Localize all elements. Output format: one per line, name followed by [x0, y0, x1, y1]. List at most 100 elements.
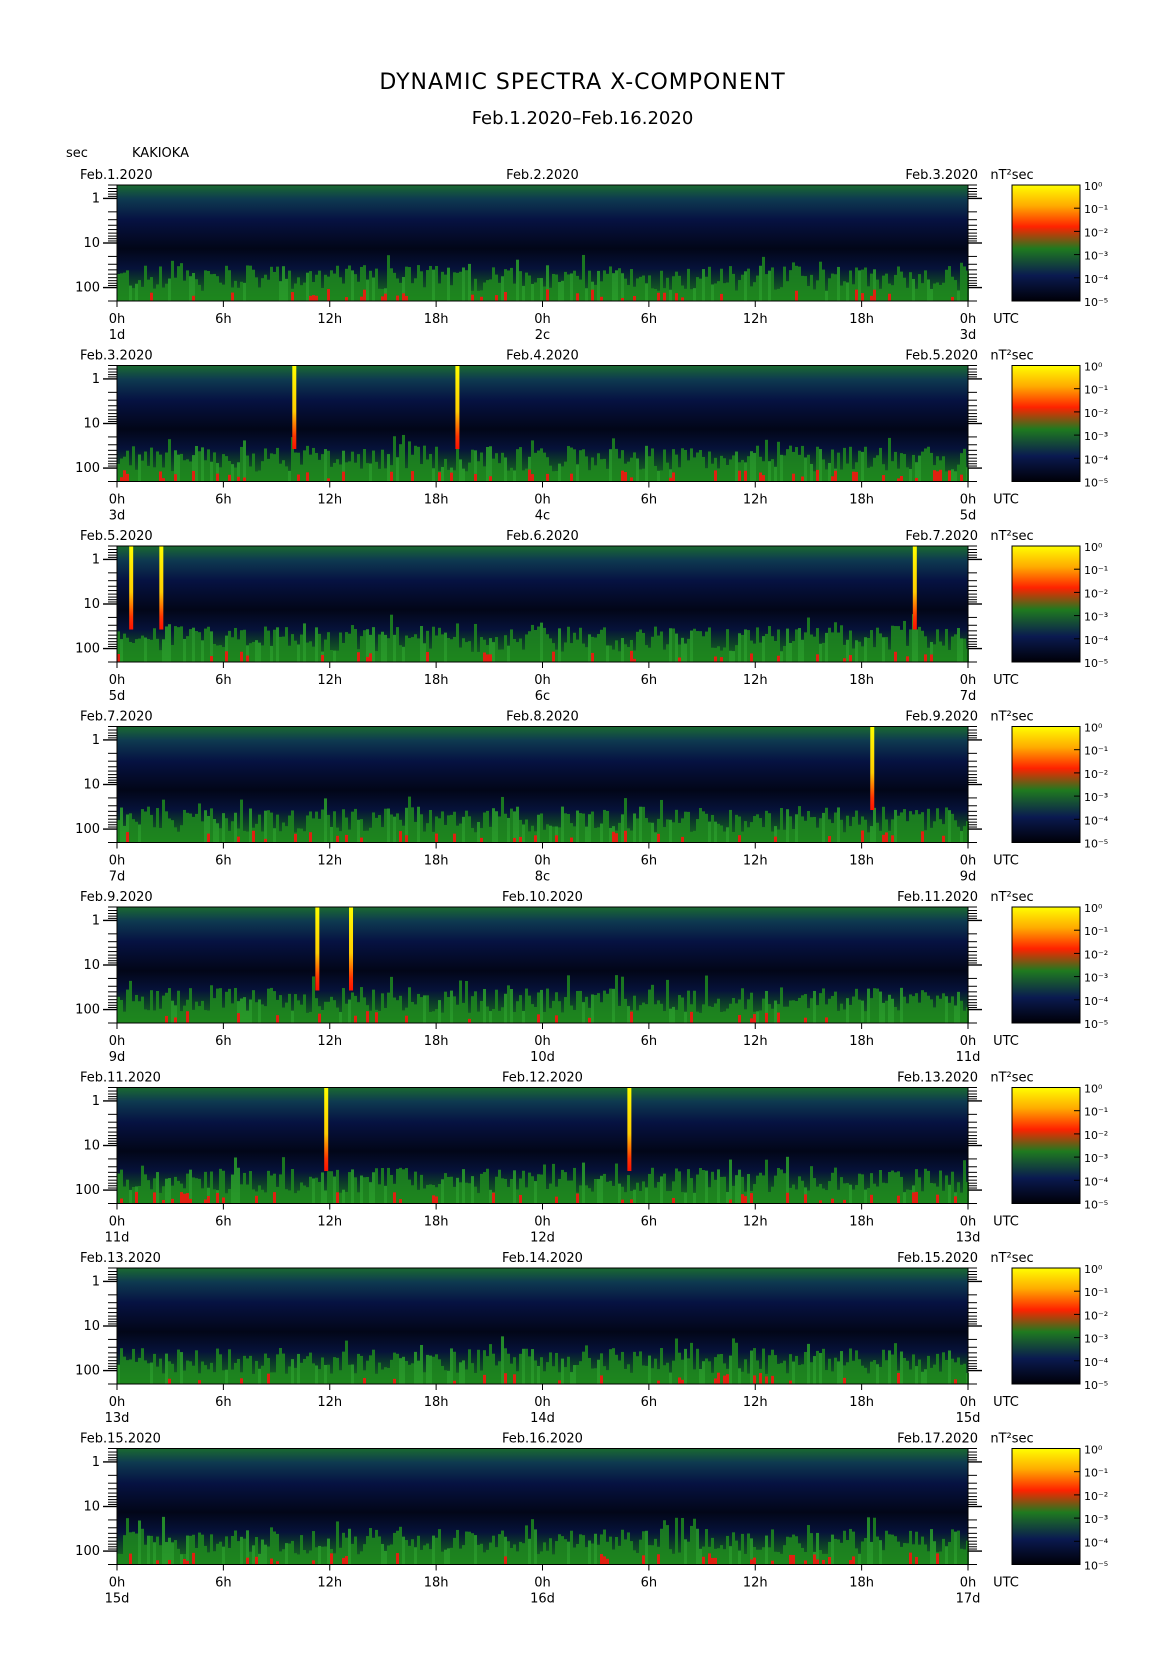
- x-tick-label: 12h: [317, 1576, 342, 1591]
- activity-bar: [339, 1547, 342, 1565]
- activity-bar: [246, 655, 249, 662]
- activity-bar: [537, 626, 540, 662]
- activity-bar: [798, 997, 801, 1023]
- activity-bar: [708, 1361, 711, 1384]
- activity-bar: [768, 813, 771, 843]
- activity-bar: [342, 471, 345, 482]
- activity-bar: [453, 1186, 456, 1204]
- activity-bar: [699, 631, 702, 662]
- activity-bar: [324, 1546, 327, 1565]
- activity-bar: [450, 472, 453, 482]
- date-mid-label: Feb.8.2020: [506, 710, 579, 725]
- activity-bar: [132, 1186, 135, 1204]
- activity-bar: [717, 468, 720, 482]
- activity-bar: [246, 455, 249, 482]
- activity-bar: [753, 1184, 756, 1204]
- activity-bar: [393, 997, 396, 1023]
- activity-bar: [189, 1169, 192, 1204]
- x-tick-label: 0h: [960, 312, 977, 327]
- activity-bar: [945, 471, 948, 482]
- activity-bar: [771, 1529, 774, 1565]
- activity-bar: [954, 1531, 957, 1565]
- activity-bar: [645, 645, 648, 662]
- activity-bar: [771, 1008, 774, 1023]
- activity-bar: [762, 256, 765, 301]
- activity-bar: [303, 994, 306, 1023]
- activity-bar: [855, 1548, 858, 1565]
- activity-bar: [486, 446, 489, 482]
- activity-bar: [459, 647, 462, 662]
- activity-bar: [567, 626, 570, 662]
- activity-bar: [207, 1369, 210, 1384]
- activity-bar: [225, 818, 228, 843]
- activity-bar: [927, 808, 930, 843]
- activity-bar: [357, 281, 360, 301]
- activity-bar: [222, 813, 225, 843]
- activity-bar: [429, 1355, 432, 1384]
- activity-bar: [597, 1544, 600, 1565]
- activity-bar: [828, 1557, 831, 1565]
- activity-bar: [123, 633, 126, 662]
- activity-bar: [432, 1011, 435, 1023]
- activity-bar: [216, 823, 219, 843]
- activity-bar: [435, 446, 438, 482]
- activity-bar: [123, 1011, 126, 1023]
- x-tick-label: 0h: [534, 1034, 551, 1049]
- activity-bar: [891, 835, 894, 843]
- activity-bar: [243, 830, 246, 843]
- activity-bar: [612, 273, 615, 301]
- activity-bar: [315, 1547, 318, 1565]
- activity-bar: [195, 1547, 198, 1565]
- activity-bar: [438, 627, 441, 662]
- activity-bar: [180, 1011, 183, 1023]
- activity-bar: [834, 812, 837, 843]
- activity-bar: [960, 831, 963, 843]
- activity-bar: [168, 278, 171, 301]
- activity-bar: [930, 827, 933, 843]
- activity-bar: [834, 1538, 837, 1565]
- activity-bar: [387, 1545, 390, 1565]
- activity-bar: [654, 1187, 657, 1204]
- activity-bar: [327, 814, 330, 843]
- activity-bar: [438, 1184, 441, 1204]
- activity-bar: [495, 811, 498, 843]
- activity-bar: [798, 1365, 801, 1384]
- activity-bar: [159, 1192, 162, 1204]
- activity-bar: [513, 811, 516, 843]
- colorbar-unit-label: nT²sec: [990, 168, 1033, 183]
- activity-bar: [351, 1364, 354, 1384]
- activity-bar: [150, 990, 153, 1023]
- activity-bar: [465, 270, 468, 301]
- activity-bar: [333, 273, 336, 301]
- activity-bar: [378, 1010, 381, 1023]
- activity-bar: [837, 1361, 840, 1384]
- activity-bar: [669, 1372, 672, 1384]
- activity-bar: [636, 458, 639, 482]
- activity-bar: [645, 1004, 648, 1023]
- activity-bar: [444, 1549, 447, 1565]
- colorbar-tick-label: 10⁻²: [1084, 587, 1108, 600]
- activity-bar: [351, 1169, 354, 1204]
- activity-bar: [954, 820, 957, 843]
- activity-bar: [558, 282, 561, 301]
- activity-bar: [711, 463, 714, 482]
- activity-bar: [666, 819, 669, 843]
- activity-bar: [330, 1373, 333, 1384]
- x-tick-label: 12h: [743, 854, 768, 869]
- activity-bar: [930, 999, 933, 1023]
- activity-bar: [648, 1355, 651, 1384]
- activity-bar: [786, 1536, 789, 1565]
- colorbar-tick-label: 10⁰: [1084, 1444, 1103, 1457]
- activity-bar: [861, 1365, 864, 1384]
- activity-bar: [843, 1377, 846, 1384]
- activity-bar: [219, 1541, 222, 1565]
- activity-bar: [627, 285, 630, 301]
- x-tick-label: 18h: [849, 312, 874, 327]
- activity-bar: [354, 628, 357, 662]
- activity-bar: [402, 293, 405, 301]
- activity-bar: [585, 456, 588, 482]
- activity-bar: [837, 452, 840, 482]
- activity-bar: [270, 987, 273, 1023]
- activity-bar: [768, 461, 771, 482]
- activity-bar: [465, 1182, 468, 1204]
